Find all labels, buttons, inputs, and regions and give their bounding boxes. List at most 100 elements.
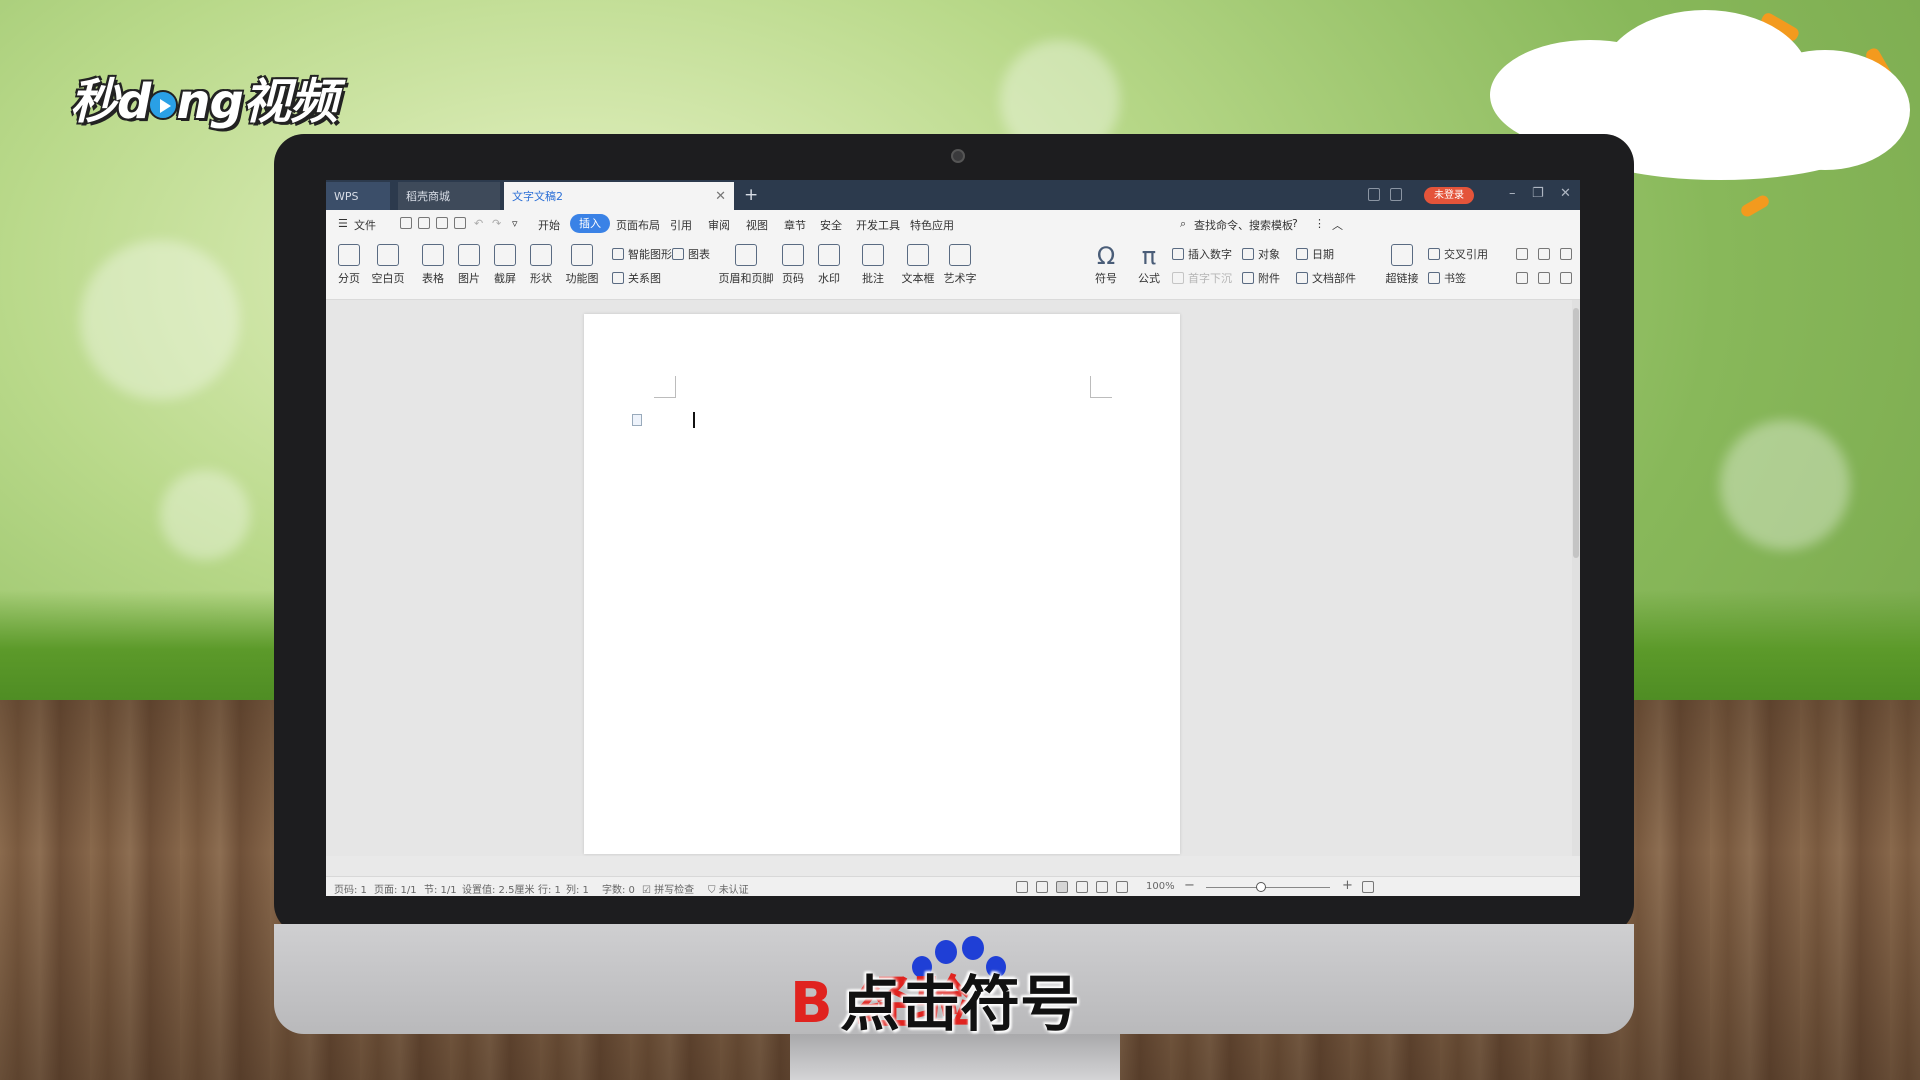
menu-review[interactable]: 审阅 [708,217,730,233]
outline-view-icon[interactable] [1076,881,1088,893]
print-icon[interactable] [436,217,448,229]
symbol-button[interactable]: Ω 符号 [1082,244,1130,286]
header-footer-button[interactable]: 页眉和页脚 [718,244,774,286]
formula-button[interactable]: π 公式 [1132,244,1166,286]
zoom-knob[interactable] [1256,882,1266,892]
menu-file[interactable]: 文件 [354,217,376,233]
shape-icon [530,244,552,266]
cross-ref-button[interactable]: 交叉引用 [1428,246,1488,262]
restore-icon[interactable]: ❐ [1532,186,1544,201]
gift-icon[interactable] [1390,188,1402,201]
search-command-box[interactable]: 查找命令、搜索模板 [1194,217,1293,233]
button-label: 功能图 [565,272,599,285]
insert-ribbon: 分页 空白页 表格 图片 截屏 形状 功能图 智能图形 图表 关系图 页眉和页脚… [326,238,1580,352]
menu-icon[interactable]: ☰ [338,217,348,230]
object-button[interactable]: 对象 [1242,246,1280,262]
doc-parts-icon [1296,272,1308,284]
print-preview-icon[interactable] [454,217,466,229]
button-label: 页码 [782,272,804,285]
page-break-button[interactable]: 分页 [332,244,366,286]
chart-button[interactable]: 图表 [672,246,710,262]
spellcheck-button[interactable]: ☑ 拼写检查 [642,881,694,896]
screenshot-button[interactable]: 截屏 [488,244,522,286]
tab-wps[interactable]: WPS [326,182,390,210]
comment-button[interactable]: 批注 [856,244,890,286]
panel-icon[interactable] [1516,248,1528,260]
collapse-ribbon-icon[interactable]: ︿ [1332,217,1343,233]
menu-start[interactable]: 开始 [538,217,560,233]
help-icon[interactable]: ? [1292,217,1298,230]
menu-chapter[interactable]: 章节 [784,217,806,233]
paragraph-icon[interactable] [632,414,642,426]
zoom-in-icon[interactable]: + [1342,878,1353,893]
hyperlink-button[interactable]: 超链接 [1382,244,1422,286]
doc-parts-button[interactable]: 文档部件 [1296,270,1356,286]
button-label: 分页 [338,272,360,285]
menu-security[interactable]: 安全 [820,217,842,233]
table-button[interactable]: 表格 [416,244,450,286]
tab-document[interactable]: 文字文稿2 ✕ [504,182,734,210]
page-number-button[interactable]: 页码 [776,244,810,286]
relation-chart-button[interactable]: 关系图 [612,270,661,286]
tab-store[interactable]: 稻壳商城 [398,182,500,210]
drop-cap-button[interactable]: 首字下沉 [1172,270,1232,286]
login-button[interactable]: 未登录 [1424,187,1474,204]
scroll-thumb[interactable] [1573,308,1579,558]
button-label: 符号 [1095,272,1117,285]
link-icon [1391,244,1413,266]
spellcheck-label: 拼写检查 [654,885,695,896]
web-view-icon[interactable] [1096,881,1108,893]
blank-page-button[interactable]: 空白页 [368,244,408,286]
menu-layout[interactable]: 页面布局 [616,217,660,233]
smart-shape-button[interactable]: 智能图形 [612,246,672,262]
attachment-button[interactable]: 附件 [1242,270,1280,286]
insert-number-button[interactable]: 插入数字 [1172,246,1232,262]
menu-special[interactable]: 特色应用 [910,217,954,233]
redo-icon[interactable]: ↷ [492,217,501,230]
undo-icon[interactable]: ↶ [474,217,483,230]
panel-icon[interactable] [1516,272,1528,284]
read-mode-icon[interactable] [1036,881,1048,893]
new-tab-icon[interactable]: + [744,185,758,205]
fullscreen-icon[interactable] [1016,881,1028,893]
more-icon[interactable]: ⋮ [1314,217,1325,230]
wordart-button[interactable]: 艺术字 [940,244,980,286]
panel-icon[interactable] [1538,272,1550,284]
vertical-scrollbar[interactable] [1572,300,1580,856]
document-page[interactable] [584,314,1180,854]
shape-button[interactable]: 形状 [524,244,558,286]
button-label: 公式 [1138,272,1160,285]
button-label: 附件 [1258,272,1280,285]
panel-icon[interactable] [1538,248,1550,260]
panel-icon[interactable] [1560,272,1572,284]
zoom-level[interactable]: 100% [1146,881,1175,892]
menu-insert[interactable]: 插入 [570,214,610,233]
skin-icon[interactable] [1368,188,1380,201]
close-icon[interactable]: ✕ [715,189,726,204]
picture-button[interactable]: 图片 [452,244,486,286]
status-pages: 页面: 1/1 [374,885,417,896]
save-icon[interactable] [400,217,412,229]
status-column: 列: 1 [566,885,589,896]
zoom-out-icon[interactable]: − [1184,878,1195,893]
date-button[interactable]: 日期 [1296,246,1334,262]
eye-protect-icon[interactable] [1116,881,1128,893]
page-view-icon[interactable] [1056,881,1068,893]
minimize-icon[interactable]: – [1509,186,1516,201]
function-chart-button[interactable]: 功能图 [560,244,604,286]
search-icon[interactable]: ⌕ [1180,217,1186,231]
customize-icon[interactable]: ▿ [512,217,518,230]
textbox-button[interactable]: 文本框 [898,244,938,286]
watermark-button[interactable]: 水印 [812,244,846,286]
menu-developer[interactable]: 开发工具 [856,217,900,233]
bookmark-button[interactable]: 书签 [1428,270,1466,286]
zoom-slider[interactable] [1206,887,1330,888]
close-window-icon[interactable]: ✕ [1560,186,1571,201]
panel-icon[interactable] [1560,248,1572,260]
brand-logo-text: ng视频 [176,74,338,130]
certify-status[interactable]: ⛉ 未认证 [708,881,749,896]
format-painter-icon[interactable] [418,217,430,229]
menu-view[interactable]: 视图 [746,217,768,233]
menu-references[interactable]: 引用 [670,217,692,233]
fit-page-icon[interactable] [1362,881,1374,893]
